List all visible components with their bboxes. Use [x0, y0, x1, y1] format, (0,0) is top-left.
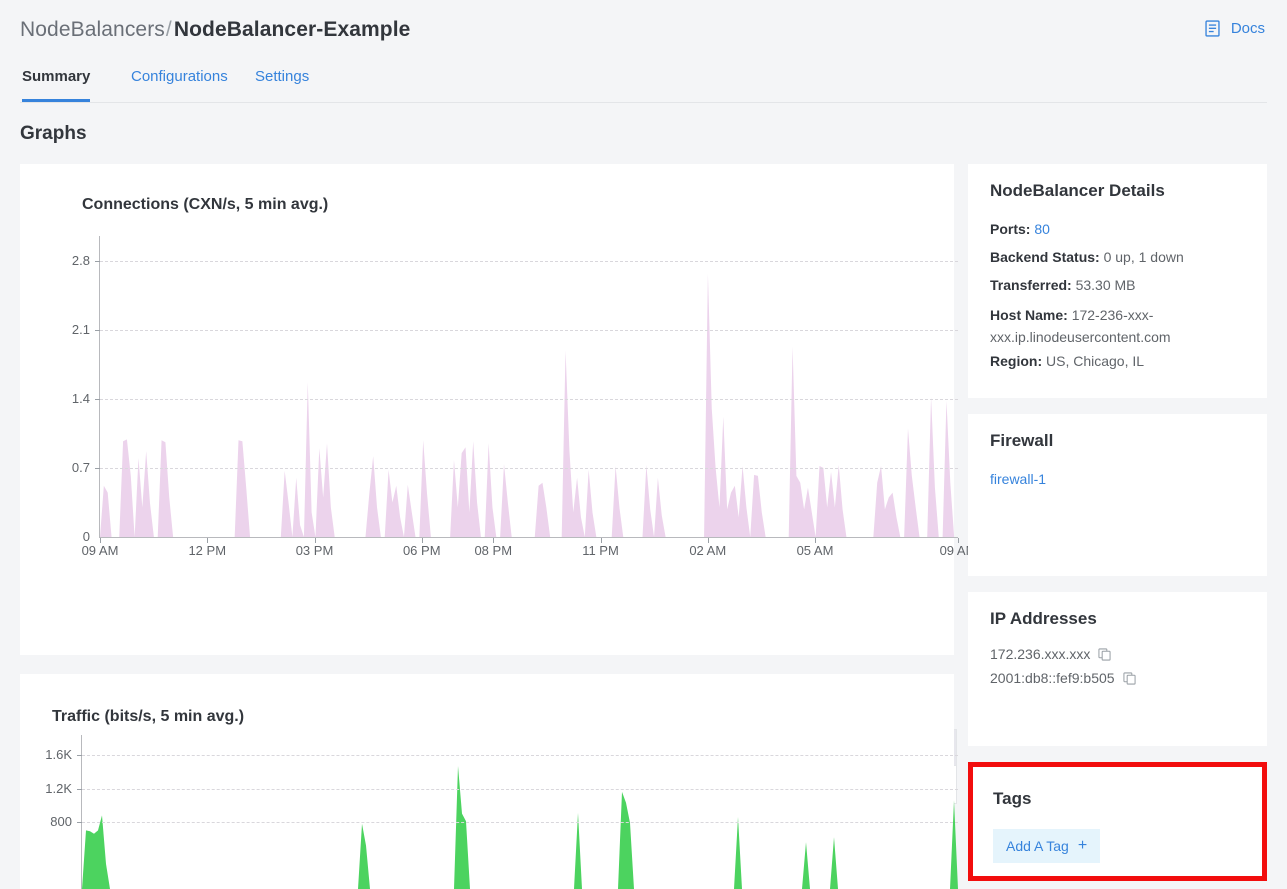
gridline: [82, 822, 958, 823]
page-header: NodeBalancers/NodeBalancer-Example Docs: [0, 0, 1287, 62]
add-a-tag-label: Add A Tag: [1006, 838, 1069, 854]
document-icon: [1203, 19, 1222, 38]
x-axis-tick-label: 09 AM: [66, 543, 134, 558]
detail-row-region: Region: US, Chicago, IL: [990, 353, 1144, 369]
detail-label-host-name: Host Name:: [990, 307, 1068, 323]
y-axis-tick-label: 1.2K: [16, 781, 72, 796]
detail-row-transferred: Transferred: 53.30 MB: [990, 277, 1136, 293]
tags-card: Tags Add A Tag +: [968, 762, 1267, 881]
ip-addresses-card: IP Addresses 172.236.xxx.xxx 2001:db8::f…: [968, 592, 1267, 746]
detail-label-region: Region:: [990, 353, 1042, 369]
ipv6-address: 2001:db8::fef9:b505: [990, 670, 1115, 686]
list-item: 172.236.xxx.xxx: [990, 646, 1111, 662]
traffic-plot-area[interactable]: [82, 740, 958, 889]
detail-row-backend-status: Backend Status: 0 up, 1 down: [990, 249, 1184, 265]
traffic-y-axis: [81, 735, 82, 889]
y-tick-mark: [77, 789, 82, 790]
breadcrumb-current: NodeBalancer-Example: [174, 18, 411, 41]
tab-settings-label: Settings: [255, 68, 309, 85]
x-axis-tick-label: 08 PM: [459, 543, 527, 558]
details-title: NodeBalancer Details: [990, 181, 1165, 201]
y-tick-mark: [77, 822, 82, 823]
connections-chart-title: Connections (CXN/s, 5 min avg.): [82, 196, 328, 214]
y-axis-tick-label: 0: [32, 529, 90, 544]
y-tick-mark: [77, 755, 82, 756]
gridline: [100, 330, 958, 331]
firewall-card: Firewall firewall-1: [968, 414, 1267, 576]
y-axis-tick-label: 1.4: [32, 391, 90, 406]
gridline: [100, 261, 958, 262]
x-axis-tick-label: 03 PM: [281, 543, 349, 558]
x-axis-tick-label: 05 AM: [781, 543, 849, 558]
y-tick-mark: [95, 261, 100, 262]
plus-icon: +: [1078, 838, 1087, 854]
detail-label-backend-status: Backend Status:: [990, 249, 1100, 265]
x-axis-tick-label: 12 PM: [173, 543, 241, 558]
firewall-link[interactable]: firewall-1: [990, 471, 1046, 487]
ip-addresses-title: IP Addresses: [990, 609, 1097, 629]
connections-x-axis: [99, 537, 958, 538]
nodebalancer-summary-page: NodeBalancers/NodeBalancer-Example Docs …: [0, 0, 1287, 889]
breadcrumb: NodeBalancers/NodeBalancer-Example: [20, 18, 410, 42]
gridline: [100, 468, 958, 469]
y-tick-mark: [95, 399, 100, 400]
y-axis-tick-label: 800: [16, 814, 72, 829]
x-axis-tick-label: 02 AM: [674, 543, 742, 558]
detail-value-region: US, Chicago, IL: [1046, 353, 1144, 369]
traffic-chart-title: Traffic (bits/s, 5 min avg.): [52, 708, 244, 726]
tabs-divider: [20, 102, 1267, 103]
detail-row-host-name: Host Name: 172-236-xxx-xxx.ip.linodeuser…: [990, 305, 1248, 348]
x-axis-tick-label: 06 PM: [388, 543, 456, 558]
gridline: [82, 755, 958, 756]
tab-summary-label: Summary: [22, 68, 90, 85]
copy-icon[interactable]: [1123, 672, 1136, 685]
gridline: [100, 399, 958, 400]
detail-label-transferred: Transferred:: [990, 277, 1072, 293]
docs-link[interactable]: Docs: [1203, 19, 1265, 38]
ipv4-address: 172.236.xxx.xxx: [990, 646, 1090, 662]
add-a-tag-button[interactable]: Add A Tag +: [993, 829, 1100, 863]
breadcrumb-parent-link[interactable]: NodeBalancers: [20, 18, 165, 41]
tab-settings[interactable]: Settings: [255, 62, 309, 102]
page-title: Graphs: [20, 123, 87, 145]
y-axis-tick-label: 0.7: [32, 460, 90, 475]
tab-configurations-label: Configurations: [131, 68, 228, 85]
list-item: 2001:db8::fef9:b505: [990, 670, 1136, 686]
detail-label-ports: Ports:: [990, 221, 1030, 237]
nodebalancer-details-card: NodeBalancer Details Ports: 80 Backend S…: [968, 164, 1267, 398]
tab-configurations[interactable]: Configurations: [131, 62, 228, 102]
tab-active-indicator: [22, 99, 90, 102]
y-tick-mark: [95, 330, 100, 331]
connections-graph-card: Connections (CXN/s, 5 min avg.) Max Avg …: [20, 164, 954, 655]
y-tick-mark: [95, 468, 100, 469]
breadcrumb-separator: /: [165, 18, 174, 41]
docs-label: Docs: [1231, 20, 1265, 37]
tab-bar: Summary Configurations Settings: [0, 62, 1287, 104]
copy-icon[interactable]: [1098, 648, 1111, 661]
connections-y-axis: [99, 236, 100, 537]
traffic-graph-card: Traffic (bits/s, 5 min avg.) 8001.2K1.6K: [20, 674, 954, 889]
detail-row-ports: Ports: 80: [990, 221, 1050, 237]
gridline: [82, 789, 958, 790]
y-axis-tick-label: 2.8: [32, 253, 90, 268]
firewall-title: Firewall: [990, 431, 1053, 451]
y-axis-tick-label: 2.1: [32, 322, 90, 337]
tab-summary[interactable]: Summary: [22, 62, 90, 102]
tags-title: Tags: [993, 789, 1031, 809]
x-axis-tick-label: 11 PM: [567, 543, 635, 558]
detail-value-ports[interactable]: 80: [1034, 221, 1050, 237]
detail-value-backend-status: 0 up, 1 down: [1104, 249, 1184, 265]
detail-value-transferred: 53.30 MB: [1076, 277, 1136, 293]
connections-plot-area[interactable]: [100, 241, 958, 537]
y-axis-tick-label: 1.6K: [16, 747, 72, 762]
